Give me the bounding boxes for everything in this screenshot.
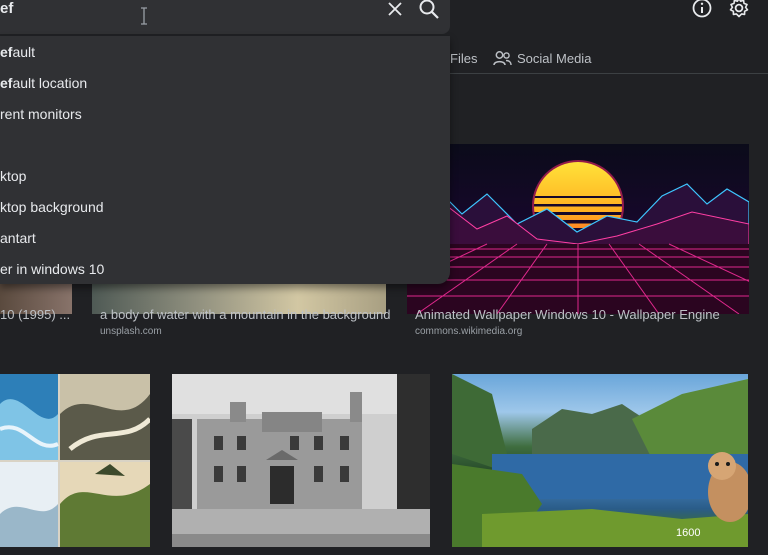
result-image[interactable]	[407, 144, 749, 314]
fjord-landscape-image	[452, 374, 748, 547]
suggestion-item[interactable]: er in windows 10	[0, 261, 104, 277]
result-caption[interactable]: 10 (1995) ...	[0, 307, 78, 322]
tab-social-media-label: Social Media	[517, 50, 592, 66]
autocomplete-dropdown: efault efault location rent monitors kto…	[0, 36, 450, 284]
search-input[interactable]: ef	[0, 1, 13, 17]
search-box[interactable]: ef	[0, 0, 450, 34]
result-image[interactable]	[452, 374, 748, 547]
result-source[interactable]: commons.wikimedia.org	[415, 326, 522, 337]
tab-files[interactable]: Files	[450, 51, 477, 66]
result-source[interactable]: unsplash.com	[100, 326, 162, 337]
suggestion-item[interactable]: ktop background	[0, 199, 104, 215]
abstract-collage-image	[0, 374, 150, 547]
synthwave-image	[407, 160, 749, 314]
suggestion-item[interactable]: ktop	[0, 168, 26, 184]
tab-social-media[interactable]: Social Media	[493, 48, 591, 68]
close-icon[interactable]	[386, 0, 404, 18]
suggestion-item[interactable]: antart	[0, 230, 36, 246]
top-bar: ef	[0, 0, 768, 34]
suggestion-item[interactable]: efault	[0, 44, 35, 60]
gear-icon[interactable]	[727, 0, 751, 20]
image-search-page: ef Files Social Media 10 (1995) ... a bo…	[0, 0, 768, 555]
search-icon[interactable]	[418, 0, 440, 20]
old-house-photo	[172, 374, 430, 547]
result-image[interactable]	[172, 374, 430, 547]
result-caption[interactable]: Animated Wallpaper Windows 10 - Wallpape…	[415, 307, 760, 322]
suggestion-item[interactable]: efault location	[0, 75, 87, 91]
info-icon[interactable]	[691, 0, 713, 19]
result-caption[interactable]: a body of water with a mountain in the b…	[100, 307, 392, 322]
suggestion-item[interactable]: rent monitors	[0, 106, 82, 122]
result-image[interactable]	[0, 374, 150, 547]
people-icon	[493, 51, 512, 66]
count-badge: 1600	[676, 527, 701, 539]
text-cursor-icon	[141, 7, 147, 25]
